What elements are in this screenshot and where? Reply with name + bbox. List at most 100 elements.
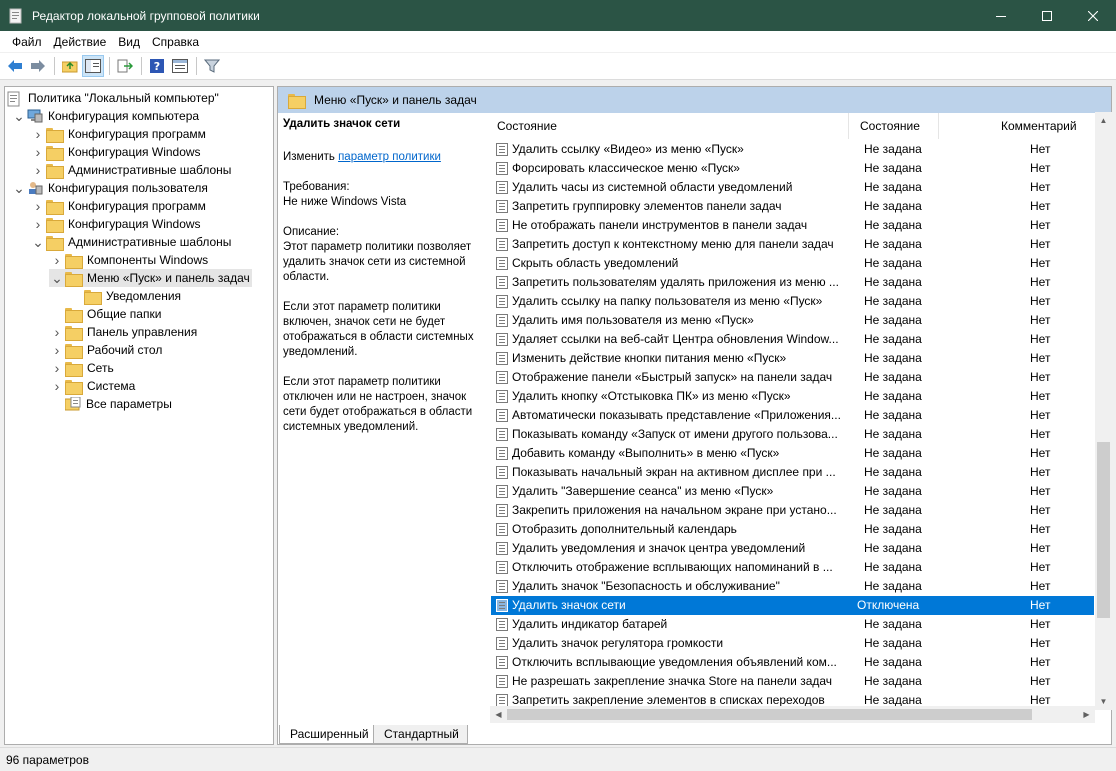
policy-row[interactable]: Отобразить дополнительный календарь Не за… [491, 520, 1094, 539]
tree-item[interactable]: › Конфигурация Windows [30, 215, 203, 233]
tree-item[interactable]: › Сеть [49, 359, 116, 377]
policy-row[interactable]: Показывать команду «Запуск от имени друг… [491, 425, 1094, 444]
show-tree-button[interactable] [82, 55, 104, 77]
policy-row[interactable]: Отключить отображение всплывающих напоми… [491, 558, 1094, 577]
policy-state: Не задана [864, 408, 922, 422]
policy-row[interactable]: Удалить кнопку «Отстыковка ПК» из меню «… [491, 387, 1094, 406]
policy-row[interactable]: Удалить значок сети Отключена Нет [491, 596, 1094, 615]
tab-standard[interactable]: Стандартный [373, 725, 468, 744]
tree-item[interactable]: › Система [49, 377, 137, 395]
minimize-button[interactable] [978, 0, 1024, 31]
tree-item[interactable]: › Конфигурация программ [30, 197, 208, 215]
tree-item[interactable]: ⌄ Конфигурация пользователя [11, 179, 210, 197]
policy-state: Не задана [864, 541, 922, 555]
policy-row[interactable]: Показывать начальный экран на активном д… [491, 463, 1094, 482]
help-button[interactable]: ? [146, 55, 168, 77]
policy-row[interactable]: Запретить группировку элементов панели з… [491, 197, 1094, 216]
column-header-comment[interactable]: Комментарий [1001, 119, 1077, 133]
scroll-right-icon[interactable]: ▶ [1078, 706, 1095, 723]
edit-policy-link[interactable]: параметр политики [338, 151, 441, 163]
tree-item[interactable]: ⌄ Административные шаблоны [30, 233, 233, 251]
chevron-right-icon[interactable]: › [49, 251, 65, 269]
chevron-right-icon[interactable]: › [30, 161, 46, 179]
policy-row[interactable]: Удаляет ссылки на веб-сайт Центра обновл… [491, 330, 1094, 349]
chevron-right-icon[interactable]: › [49, 359, 65, 377]
tree-item-label: Рабочий стол [87, 343, 163, 357]
policy-state: Не задана [864, 674, 922, 688]
close-button[interactable] [1070, 0, 1116, 31]
chevron-right-icon[interactable]: › [30, 215, 46, 233]
up-level-button[interactable] [59, 55, 81, 77]
menu-help[interactable]: Справка [146, 35, 205, 49]
horizontal-scrollbar[interactable]: ◀ ▶ [490, 706, 1095, 723]
chevron-right-icon[interactable]: › [30, 197, 46, 215]
maximize-button[interactable] [1024, 0, 1070, 31]
policy-row[interactable]: Удалить значок регулятора громкости Не за… [491, 634, 1094, 653]
tree-item[interactable]: › Компоненты Windows [49, 251, 210, 269]
back-button[interactable] [4, 55, 26, 77]
policy-row[interactable]: Скрыть область уведомлений Не задана Нет [491, 254, 1094, 273]
chevron-right-icon[interactable]: › [49, 323, 65, 341]
horizontal-scroll-thumb[interactable] [507, 709, 1032, 720]
scroll-left-icon[interactable]: ◀ [490, 706, 507, 723]
policy-row[interactable]: Не отображать панели инструментов в пане… [491, 216, 1094, 235]
policy-row[interactable]: Удалить ссылку «Видео» из меню «Пуск» Не … [491, 140, 1094, 159]
scroll-down-icon[interactable]: ▼ [1095, 693, 1112, 710]
scroll-up-icon[interactable]: ▲ [1095, 112, 1112, 129]
extended-view-button[interactable] [169, 55, 191, 77]
policy-row[interactable]: Форсировать классическое меню «Пуск» Не з… [491, 159, 1094, 178]
policy-row[interactable]: Не разрешать закрепление значка Store на… [491, 672, 1094, 691]
tree-item[interactable]: Общие папки [49, 305, 163, 323]
policy-row[interactable]: Удалить "Завершение сеанса" из меню «Пус… [491, 482, 1094, 501]
policy-row[interactable]: Изменить действие кнопки питания меню «П… [491, 349, 1094, 368]
policy-row[interactable]: Закрепить приложения на начальном экране… [491, 501, 1094, 520]
view-tabs: Расширенный Стандартный [277, 725, 1112, 745]
policy-row[interactable]: Удалить уведомления и значок центра увед… [491, 539, 1094, 558]
policy-name: Удалить "Завершение сеанса" из меню «Пус… [512, 484, 774, 498]
tree-item[interactable]: Политика "Локальный компьютер" [7, 89, 221, 107]
vertical-scrollbar[interactable]: ▲ ▼ [1095, 112, 1112, 710]
column-divider[interactable] [938, 113, 939, 139]
policy-row[interactable]: Удалить значок "Безопасность и обслужива… [491, 577, 1094, 596]
chevron-right-icon[interactable]: › [49, 377, 65, 395]
policy-comment: Нет [1030, 579, 1051, 593]
policy-row[interactable]: Удалить индикатор батарей Не задана Нет [491, 615, 1094, 634]
filter-button[interactable] [201, 55, 223, 77]
policy-state: Не задана [864, 579, 922, 593]
column-header-name[interactable]: Состояние [497, 119, 557, 133]
tree-item[interactable]: ⌄ Меню «Пуск» и панель задач [49, 269, 252, 287]
chevron-right-icon[interactable]: › [30, 143, 46, 161]
expand-down-icon[interactable]: ⌄ [49, 269, 65, 287]
chevron-right-icon[interactable]: › [30, 125, 46, 143]
policy-row[interactable]: Добавить команду «Выполнить» в меню «Пус… [491, 444, 1094, 463]
policy-row[interactable]: Удалить ссылку на папку пользователя из … [491, 292, 1094, 311]
menu-action[interactable]: Действие [48, 35, 113, 49]
tree-item[interactable]: Уведомления [68, 287, 183, 305]
forward-button[interactable] [27, 55, 49, 77]
expand-down-icon[interactable]: ⌄ [11, 107, 27, 125]
policy-row[interactable]: Отображение панели «Быстрый запуск» на п… [491, 368, 1094, 387]
expand-down-icon[interactable]: ⌄ [11, 179, 27, 197]
menu-view[interactable]: Вид [112, 35, 146, 49]
expand-down-icon[interactable]: ⌄ [30, 233, 46, 251]
policy-row[interactable]: Запретить пользователям удалять приложен… [491, 273, 1094, 292]
tree-item[interactable]: ⌄ Конфигурация компьютера [11, 107, 201, 125]
policy-row[interactable]: Удалить часы из системной области уведом… [491, 178, 1094, 197]
export-list-button[interactable] [114, 55, 136, 77]
vertical-scroll-thumb[interactable] [1097, 442, 1110, 618]
menu-file[interactable]: Файл [6, 35, 48, 49]
tree-item[interactable]: › Рабочий стол [49, 341, 164, 359]
policy-row[interactable]: Автоматически показывать представление «… [491, 406, 1094, 425]
tree-item[interactable]: › Конфигурация программ [30, 125, 208, 143]
chevron-right-icon[interactable]: › [49, 341, 65, 359]
column-divider[interactable] [848, 113, 849, 139]
policy-row[interactable]: Запретить доступ к контекстному меню для… [491, 235, 1094, 254]
tree-item[interactable]: › Панель управления [49, 323, 199, 341]
policy-row[interactable]: Удалить имя пользователя из меню «Пуск» Н… [491, 311, 1094, 330]
tree-item[interactable]: › Конфигурация Windows [30, 143, 203, 161]
tree-item[interactable]: › Административные шаблоны [30, 161, 233, 179]
policy-row[interactable]: Отключить всплывающие уведомления объявл… [491, 653, 1094, 672]
tree-item[interactable]: Все параметры [49, 395, 174, 413]
tab-extended[interactable]: Расширенный [279, 725, 378, 744]
column-header-state[interactable]: Состояние [860, 119, 920, 133]
